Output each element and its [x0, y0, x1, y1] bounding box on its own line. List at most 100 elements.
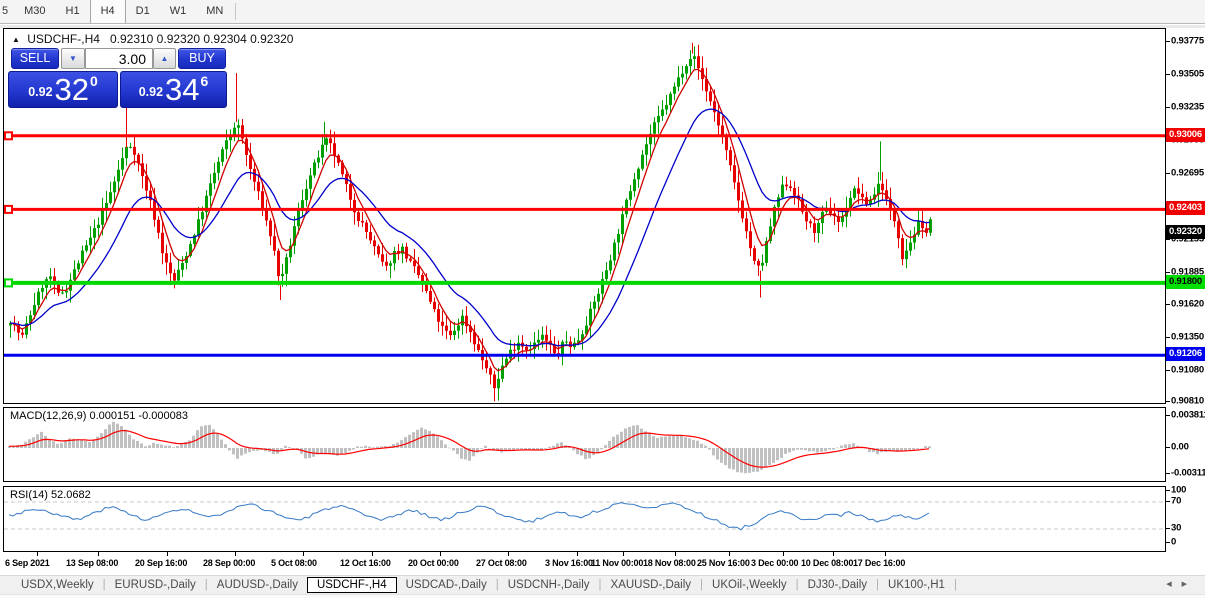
sell-price-point: 0	[90, 73, 98, 89]
time-tick-label: 20 Oct 00:00	[408, 558, 459, 568]
timeframe-button-d1[interactable]: D1	[126, 0, 160, 23]
current-price-tag: 0.92320	[1166, 225, 1205, 239]
price-tick-dash	[1166, 304, 1170, 305]
volume-input[interactable]: 3.00	[85, 48, 153, 69]
time-tick-mark	[303, 552, 304, 556]
tab-separator: |	[700, 579, 703, 591]
timeframe-button-h1[interactable]: H1	[56, 0, 90, 23]
chart-tab-ukoil-weekly[interactable]: UKOil-,Weekly	[706, 578, 793, 592]
buy-price-pips: 34	[165, 74, 199, 105]
timeframe-button-m30[interactable]: M30	[14, 0, 55, 23]
tab-separator: |	[796, 579, 799, 591]
macd-tick-label: -0.00311	[1171, 468, 1205, 479]
toolbar-separator	[235, 3, 236, 20]
macd-tick-dash	[1166, 447, 1170, 448]
rsi-tick-dash	[1166, 542, 1170, 543]
time-tick-mark	[833, 552, 834, 556]
time-tick-label: 27 Oct 08:00	[476, 558, 527, 568]
rsi-tick-label: 0	[1171, 537, 1176, 548]
rsi-tick-dash	[1166, 490, 1170, 491]
time-tick-mark	[675, 552, 676, 556]
tab-separator: |	[103, 579, 106, 591]
buy-price-box[interactable]: 0.92 34 6	[120, 71, 227, 108]
chart-ohlc-values: 0.92310 0.92320 0.92304 0.92320	[110, 32, 294, 46]
time-tick-label: 3 Dec 00:00	[751, 558, 798, 568]
tab-separator: |	[954, 579, 957, 591]
chart-tab-uk100-h1[interactable]: UK100-,H1	[882, 578, 951, 592]
time-tick-label: 28 Sep 00:00	[203, 558, 255, 568]
chart-tab-xauusd-daily[interactable]: XAUUSD-,Daily	[605, 578, 698, 592]
time-tick-label: 3 Nov 16:00	[545, 558, 593, 568]
chart-tab-audusd-daily[interactable]: AUDUSD-,Daily	[211, 578, 304, 592]
price-tick-label: 0.91080	[1171, 365, 1204, 376]
price-axis: 0.937750.935050.932350.929650.926950.921…	[1166, 28, 1205, 575]
chart-tab-eurusd-daily[interactable]: EURUSD-,Daily	[109, 578, 202, 592]
time-tick-mark	[235, 552, 236, 556]
tab-separator: |	[876, 579, 879, 591]
rsi-tick-dash	[1166, 501, 1170, 502]
price-tick-label: 0.93775	[1171, 36, 1204, 47]
tab-separator: |	[205, 579, 208, 591]
time-tick-label: 25 Nov 16:00	[697, 558, 750, 568]
time-tick-label: 12 Oct 16:00	[340, 558, 391, 568]
tab-separator: |	[599, 579, 602, 591]
sell-button[interactable]: SELL	[11, 48, 59, 69]
chart-tab-usdcnh-daily[interactable]: USDCNH-,Daily	[502, 578, 596, 592]
price-tick-label: 0.93505	[1171, 69, 1204, 80]
time-tick-label: 5 Oct 08:00	[271, 558, 317, 568]
chart-tab-usdcad-daily[interactable]: USDCAD-,Daily	[400, 578, 493, 592]
price-tick-dash	[1166, 107, 1170, 108]
rsi-tick-label: 70	[1171, 496, 1181, 507]
timeframe-button-mn[interactable]: MN	[196, 0, 233, 23]
price-chart-panel[interactable]: ▲ USDCHF-,H4 0.92310 0.92320 0.92304 0.9…	[3, 28, 1166, 404]
time-tick-mark	[623, 552, 624, 556]
sell-price-box[interactable]: 0.92 32 0	[8, 71, 118, 108]
chart-tab-dj30-daily[interactable]: DJ30-,Daily	[802, 578, 873, 592]
rsi-tick-dash	[1166, 528, 1170, 529]
rsi-chart[interactable]	[4, 487, 1165, 551]
time-tick-label: 10 Dec 08:00	[801, 558, 853, 568]
timeframe-toolbar: 5M30H1H4D1W1MN	[0, 0, 1205, 24]
bottom-strip	[0, 594, 1205, 598]
timeframe-button-h4[interactable]: H4	[90, 0, 126, 23]
sell-price-prefix: 0.92	[28, 85, 52, 99]
price-tick-dash	[1166, 272, 1170, 273]
macd-tick-dash	[1166, 473, 1170, 474]
chart-tab-usdchf-h4[interactable]: USDCHF-,H4	[307, 577, 397, 593]
rsi-label: RSI(14) 52.0682	[10, 489, 91, 501]
timeframe-button-w1[interactable]: W1	[160, 0, 197, 23]
timeframe-button-5[interactable]: 5	[0, 0, 14, 23]
time-tick-mark	[508, 552, 509, 556]
time-tick-mark	[885, 552, 886, 556]
chart-tab-usdx-weekly[interactable]: USDX,Weekly	[15, 578, 100, 592]
time-tick-label: 13 Sep 08:00	[66, 558, 118, 568]
time-tick-label: 18 Nov 08:00	[643, 558, 696, 568]
price-tick-dash	[1166, 173, 1170, 174]
rsi-tick-label: 30	[1171, 523, 1181, 534]
timeframe-bar: 5M30H1H4D1W1MN	[0, 0, 238, 23]
tab-scroll-arrows: ◀▶	[1166, 580, 1197, 588]
volume-increase-button[interactable]: ▲	[153, 48, 176, 69]
time-tick-mark	[577, 552, 578, 556]
time-tick-label: 6 Sep 2021	[5, 558, 50, 568]
price-tick-dash	[1166, 370, 1170, 371]
tab-separator: |	[496, 579, 499, 591]
price-tick-dash	[1166, 41, 1170, 42]
buy-button[interactable]: BUY	[178, 48, 226, 69]
level-price-tag: 0.91206	[1166, 347, 1205, 361]
time-tick-mark	[783, 552, 784, 556]
time-tick-mark	[98, 552, 99, 556]
time-tick-label: 11 Nov 00:00	[591, 558, 643, 568]
macd-tick-label: 0.00	[1171, 442, 1189, 453]
tab-scroll-left-icon[interactable]: ◀	[1166, 581, 1181, 588]
level-price-tag: 0.91800	[1166, 275, 1205, 289]
volume-decrease-button[interactable]: ▼	[61, 48, 85, 69]
price-tick-label: 0.92695	[1171, 168, 1204, 179]
macd-label: MACD(12,26,9) 0.000151 -0.000083	[10, 410, 188, 422]
time-tick-mark	[167, 552, 168, 556]
chart-title: ▲ USDCHF-,H4 0.92310 0.92320 0.92304 0.9…	[12, 32, 293, 46]
price-tick-dash	[1166, 401, 1170, 402]
macd-panel[interactable]: MACD(12,26,9) 0.000151 -0.000083	[3, 407, 1166, 482]
rsi-panel[interactable]: RSI(14) 52.0682	[3, 486, 1166, 552]
tab-scroll-right-icon[interactable]: ▶	[1182, 581, 1197, 588]
